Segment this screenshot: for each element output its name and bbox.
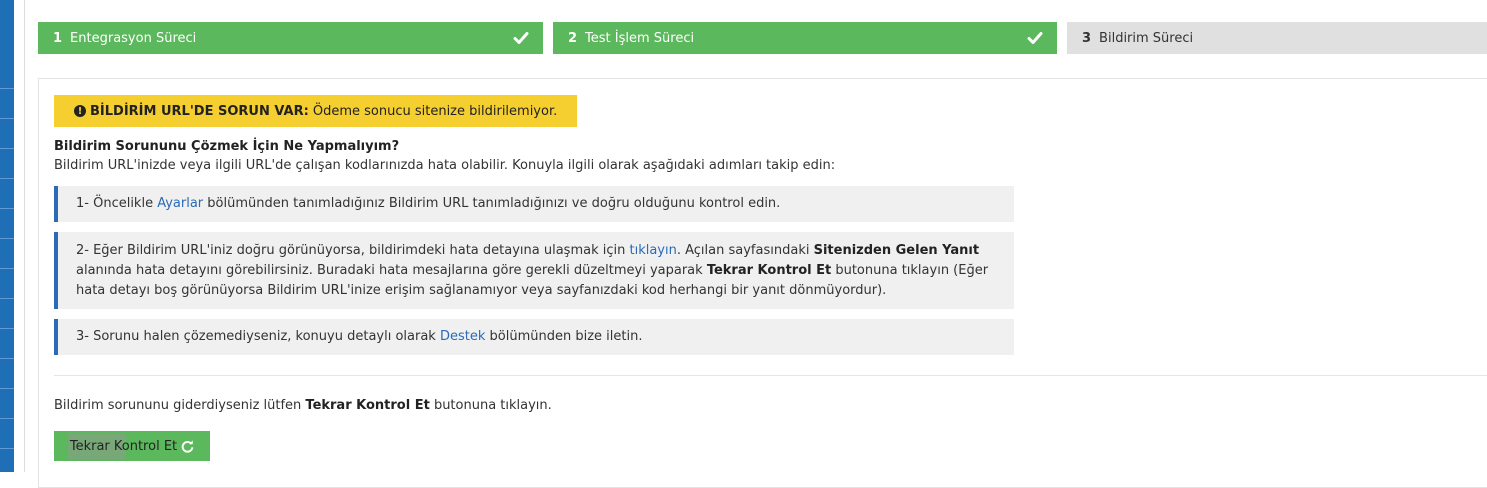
step3-text: 3- Sorunu halen çözemediyseniz, konuyu d…	[76, 329, 440, 344]
step2-bold-retry: Tekrar Kontrol Et	[706, 262, 832, 278]
section-divider	[54, 375, 1487, 376]
step2-text-mid2: alanında hata detayını görebilirsiniz. B…	[76, 262, 707, 278]
step-number: 3	[1082, 30, 1092, 46]
refresh-icon	[181, 439, 194, 453]
retry-text-bold: Tekrar Kontrol Et	[305, 398, 430, 413]
left-sidebar	[0, 0, 14, 472]
step2-text-mid: . Açılan sayfasındaki	[676, 242, 814, 258]
step1-text-end: bölümünden tanımladığınız Bildirim URL t…	[203, 196, 781, 211]
retry-text-start: Bildirim sorununu giderdiyseniz lütfen	[54, 398, 306, 413]
check-icon	[1027, 32, 1043, 44]
step-label: Bildirim Süreci	[1099, 30, 1194, 46]
step-number: 2	[568, 30, 578, 46]
step-label: Entegrasyon Süreci	[70, 30, 197, 46]
settings-link[interactable]: Ayarlar	[157, 196, 203, 211]
left-divider	[24, 0, 25, 472]
step1-text: 1- Öncelikle	[76, 196, 158, 211]
step2-text: 2- Eğer Bildirim URL'iniz doğru görünüyo…	[76, 242, 630, 258]
step-test-transaction[interactable]: 2 Test İşlem Süreci	[553, 22, 1057, 54]
step2-bold-response: Sitenizden Gelen Yanıt	[813, 242, 980, 258]
exclamation-circle-icon: !	[74, 105, 86, 117]
step-integration[interactable]: 1 Entegrasyon Süreci	[38, 22, 543, 54]
retry-check-button[interactable]: Tekrar Kontrol Et	[54, 431, 210, 461]
step-number: 1	[53, 30, 63, 46]
help-step-1: 1- Öncelikle Ayarlar bölümünden tanımlad…	[54, 186, 1014, 222]
retry-text-end: butonuna tıklayın.	[429, 398, 552, 413]
error-detail-link[interactable]: tıklayın	[629, 243, 676, 258]
retry-instruction: Bildirim sorununu giderdiyseniz lütfen T…	[54, 398, 552, 413]
help-step-3: 3- Sorunu halen çözemediyseniz, konuyu d…	[54, 319, 1014, 355]
step-label: Test İşlem Süreci	[585, 30, 695, 46]
notification-error-alert: ! BİLDİRİM URL'DE SORUN VAR: Ödeme sonuc…	[54, 95, 578, 127]
help-intro: Bildirim URL'inizde veya ilgili URL'de ç…	[54, 158, 836, 173]
alert-message: Ödeme sonucu sitenize bildirilemiyor.	[312, 103, 558, 119]
check-icon	[513, 32, 529, 44]
support-link[interactable]: Destek	[440, 329, 485, 344]
step-notification[interactable]: 3 Bildirim Süreci	[1067, 22, 1487, 54]
retry-button-label: Tekrar Kontrol Et	[69, 438, 178, 454]
alert-title: BİLDİRİM URL'DE SORUN VAR:	[90, 103, 309, 119]
help-step-2: 2- Eğer Bildirim URL'iniz doğru görünüyo…	[54, 232, 1014, 309]
help-title: Bildirim Sorununu Çözmek İçin Ne Yapmalı…	[54, 139, 400, 154]
step3-text-end: bölümünden bize iletin.	[485, 329, 643, 344]
